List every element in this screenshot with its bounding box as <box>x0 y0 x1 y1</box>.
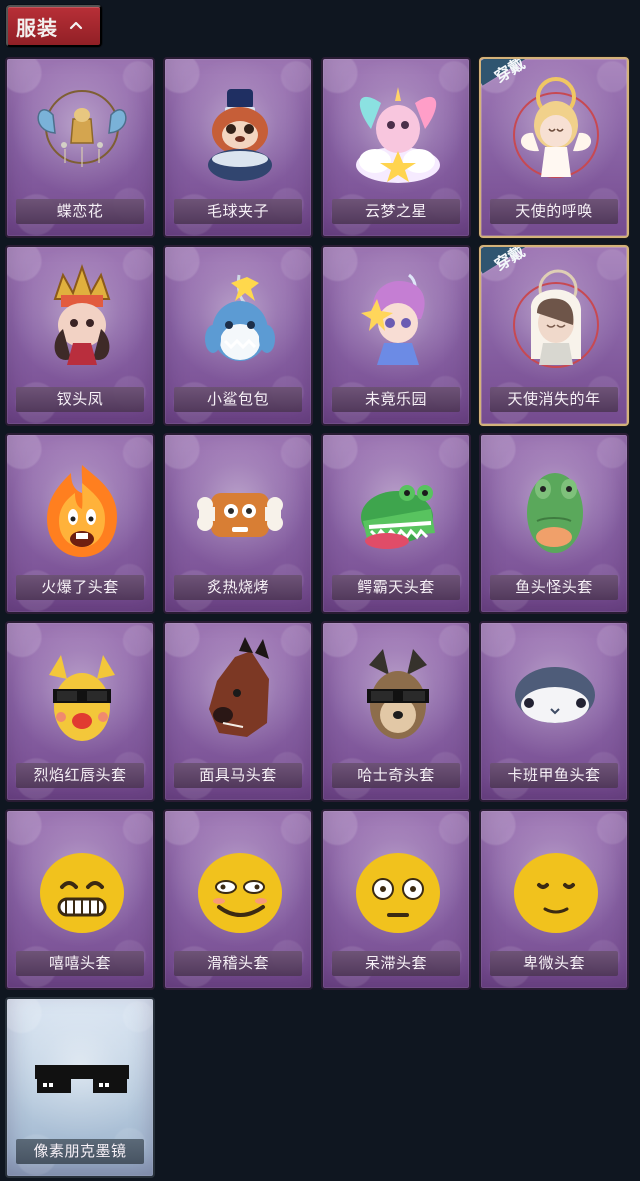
costume-card[interactable]: 火爆了头套 <box>5 433 155 614</box>
shark-bag-icon <box>205 274 275 361</box>
costume-card[interactable]: 钗头凤 <box>5 245 155 426</box>
costume-name: 天使消失的年 <box>490 387 618 412</box>
costume-name: 鱼头怪头套 <box>490 575 618 600</box>
horse-mask-icon <box>209 637 269 737</box>
butterfly-headpiece-icon <box>37 90 127 167</box>
ray-fish-head-icon <box>515 667 595 723</box>
costume-name: 小鲨包包 <box>174 387 302 412</box>
grin-emoji-head-icon <box>40 853 124 933</box>
clothing-category-toggle[interactable]: 服装 <box>6 5 102 47</box>
costume-name: 哈士奇头套 <box>332 763 460 788</box>
fish-monster-head-icon <box>527 473 583 553</box>
costume-name: 钗头凤 <box>16 387 144 412</box>
unicorn-cloud-icon <box>356 87 440 183</box>
costume-name: 云梦之星 <box>332 199 460 224</box>
pika-mask-icon <box>49 655 115 741</box>
costume-name: 蝶恋花 <box>16 199 144 224</box>
costume-card[interactable]: 卑微头套 <box>479 809 629 990</box>
raccoon-drum-icon <box>208 89 272 181</box>
costume-card-equipped[interactable]: 穿戴 天使消失的年 <box>479 245 629 426</box>
costume-card[interactable]: 鱼头怪头套 <box>479 433 629 614</box>
costume-card[interactable]: 毛球夹子 <box>163 57 313 238</box>
costume-name: 卡班甲鱼头套 <box>490 763 618 788</box>
costume-name: 鳄霸天头套 <box>332 575 460 600</box>
costume-name: 卑微头套 <box>490 951 618 976</box>
clothing-category-label: 服装 <box>16 17 58 40</box>
costume-name: 面具马头套 <box>174 763 302 788</box>
costume-card[interactable]: 烈焰红唇头套 <box>5 621 155 802</box>
pixel-sunglasses-icon <box>35 1065 129 1093</box>
costume-card[interactable]: 云梦之星 <box>321 57 471 238</box>
costume-card[interactable]: 滑稽头套 <box>163 809 313 990</box>
costume-card[interactable]: 卡班甲鱼头套 <box>479 621 629 802</box>
humble-emoji-head-icon <box>514 853 598 933</box>
veiled-angel-icon <box>513 269 599 368</box>
costume-name: 火爆了头套 <box>16 575 144 600</box>
crocodile-head-icon <box>361 485 435 549</box>
meat-bone-head-icon <box>197 493 283 537</box>
costume-name: 嘻嘻头套 <box>16 951 144 976</box>
costume-card[interactable]: 哈士奇头套 <box>321 621 471 802</box>
costume-grid: 蝶恋花 毛球夹子 云梦之星 穿戴 天使的呼唤 钗头凤 小鲨包包 未竟乐园 穿戴 … <box>5 57 635 1178</box>
dazed-emoji-head-icon <box>356 853 440 933</box>
costume-name: 呆滞头套 <box>332 951 460 976</box>
fantasy-girl-icon <box>361 273 425 365</box>
costume-card[interactable]: 炙热烧烤 <box>163 433 313 614</box>
costume-name: 烈焰红唇头套 <box>16 763 144 788</box>
phoenix-crown-icon <box>53 263 111 365</box>
costume-card[interactable]: 嘻嘻头套 <box>5 809 155 990</box>
costume-card[interactable]: 像素朋克墨镜 <box>5 997 155 1178</box>
costume-card[interactable]: 小鲨包包 <box>163 245 313 426</box>
costume-card[interactable]: 面具马头套 <box>163 621 313 802</box>
costume-card[interactable]: 鳄霸天头套 <box>321 433 471 614</box>
costume-card[interactable]: 呆滞头套 <box>321 809 471 990</box>
costume-name: 炙热烧烤 <box>174 575 302 600</box>
costume-card-equipped[interactable]: 穿戴 天使的呼唤 <box>479 57 629 238</box>
costume-name: 毛球夹子 <box>174 199 302 224</box>
angel-doll-icon <box>513 77 599 178</box>
funny-emoji-head-icon <box>198 853 282 933</box>
costume-name: 像素朋克墨镜 <box>16 1139 144 1164</box>
costume-name: 天使的呼唤 <box>490 199 618 224</box>
costume-name: 未竟乐园 <box>332 387 460 412</box>
costume-card[interactable]: 未竟乐园 <box>321 245 471 426</box>
husky-mask-icon <box>367 649 429 739</box>
fire-head-icon <box>47 465 117 557</box>
costume-name: 滑稽头套 <box>174 951 302 976</box>
costume-card[interactable]: 蝶恋花 <box>5 57 155 238</box>
chevron-up-icon <box>68 18 84 34</box>
